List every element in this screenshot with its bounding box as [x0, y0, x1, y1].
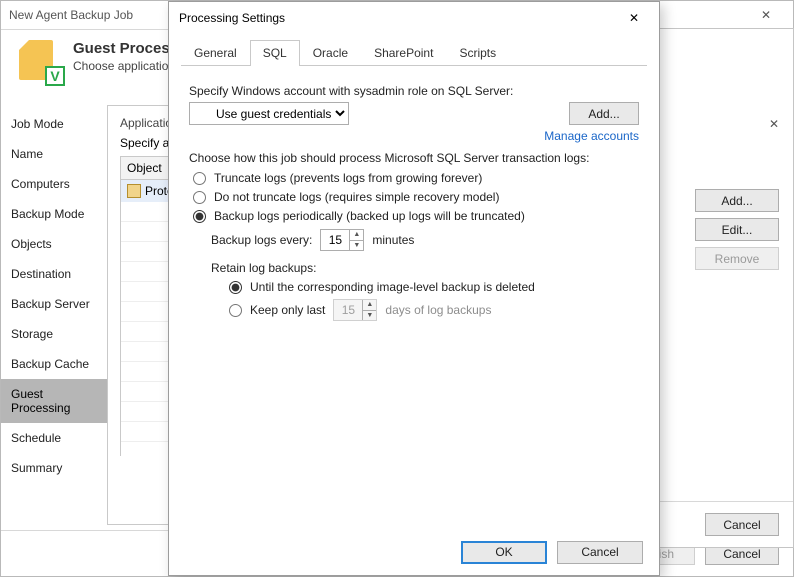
chevron-down-icon: ▼	[362, 311, 376, 321]
radio-retain-keep-input[interactable]	[229, 304, 242, 317]
chevron-up-icon: ▲	[349, 230, 363, 241]
account-select[interactable]: Use guest credentials	[189, 102, 349, 125]
dialog-titlebar: Processing Settings ✕	[169, 2, 659, 33]
nav-item-backup-mode[interactable]: Backup Mode	[1, 199, 107, 229]
nav-item-guest-processing[interactable]: Guest Processing	[1, 379, 107, 423]
nav-item-backup-server[interactable]: Backup Server	[1, 289, 107, 319]
retain-label: Retain log backups:	[211, 261, 639, 275]
radio-backup-periodically-input[interactable]	[193, 210, 206, 223]
chevron-up-icon: ▲	[362, 300, 376, 311]
tab-scripts[interactable]: Scripts	[446, 40, 509, 66]
tab-general[interactable]: General	[181, 40, 250, 66]
ok-button[interactable]: OK	[461, 541, 547, 564]
dialog-title: Processing Settings	[179, 11, 285, 25]
nav-item-name[interactable]: Name	[1, 139, 107, 169]
cancel-button[interactable]: Cancel	[557, 541, 643, 564]
retain-keep-unit: days of log backups	[385, 303, 491, 317]
radio-backup-periodically[interactable]: Backup logs periodically (backed up logs…	[193, 209, 639, 223]
spinner-arrows[interactable]: ▲▼	[349, 230, 363, 250]
nav-item-job-mode[interactable]: Job Mode	[1, 109, 107, 139]
radio-truncate[interactable]: Truncate logs (prevents logs from growin…	[193, 171, 639, 185]
close-icon[interactable]: ✕	[747, 8, 785, 22]
add-button[interactable]: Add...	[695, 189, 779, 212]
manage-accounts-link[interactable]: Manage accounts	[189, 129, 639, 143]
nav-item-computers[interactable]: Computers	[1, 169, 107, 199]
nav-item-schedule[interactable]: Schedule	[1, 423, 107, 453]
tab-sharepoint[interactable]: SharePoint	[361, 40, 446, 66]
radio-dont-truncate-input[interactable]	[193, 191, 206, 204]
account-label: Specify Windows account with sysadmin ro…	[189, 84, 639, 98]
radio-retain-until-input[interactable]	[229, 281, 242, 294]
close-icon[interactable]: ✕	[761, 117, 787, 131]
wizard-title: New Agent Backup Job	[9, 8, 133, 22]
nav-item-objects[interactable]: Objects	[1, 229, 107, 259]
radio-truncate-input[interactable]	[193, 172, 206, 185]
remove-button: Remove	[695, 247, 779, 270]
tab-oracle[interactable]: Oracle	[300, 40, 361, 66]
retain-keep-spinner: ▲▼	[333, 299, 377, 321]
wizard-nav: Job ModeNameComputersBackup ModeObjectsD…	[1, 101, 107, 534]
nav-item-backup-cache[interactable]: Backup Cache	[1, 349, 107, 379]
radio-truncate-label: Truncate logs (prevents logs from growin…	[214, 171, 482, 185]
tab-strip: GeneralSQLOracleSharePointScripts	[181, 39, 647, 66]
radio-retain-until[interactable]: Until the corresponding image-level back…	[229, 280, 639, 294]
wizard-icon: V	[19, 40, 63, 84]
nav-item-destination[interactable]: Destination	[1, 259, 107, 289]
radio-retain-keep[interactable]: Keep only last ▲▼ days of log backups	[229, 299, 639, 321]
close-icon[interactable]: ✕	[619, 11, 649, 25]
radio-retain-until-label: Until the corresponding image-level back…	[250, 280, 535, 294]
radio-dont-truncate[interactable]: Do not truncate logs (requires simple re…	[193, 190, 639, 204]
backup-every-value[interactable]	[321, 230, 349, 250]
process-logs-label: Choose how this job should process Micro…	[189, 151, 639, 165]
radio-dont-truncate-label: Do not truncate logs (requires simple re…	[214, 190, 499, 204]
spinner-arrows: ▲▼	[362, 300, 376, 320]
cancel-button[interactable]: Cancel	[705, 513, 779, 536]
add-account-button[interactable]: Add...	[569, 102, 639, 125]
protection-group-icon	[127, 184, 141, 198]
nav-item-summary[interactable]: Summary	[1, 453, 107, 483]
backup-every-spinner[interactable]: ▲▼	[320, 229, 364, 251]
account-combo-wrap: Use guest credentials	[189, 102, 561, 125]
backup-every-unit: minutes	[372, 233, 414, 247]
radio-retain-keep-label: Keep only last	[250, 303, 325, 317]
nav-item-storage[interactable]: Storage	[1, 319, 107, 349]
edit-button[interactable]: Edit...	[695, 218, 779, 241]
dialog-footer: OK Cancel	[169, 529, 659, 575]
tab-sql[interactable]: SQL	[250, 40, 300, 66]
chevron-down-icon: ▼	[349, 241, 363, 251]
backup-every-label: Backup logs every:	[211, 233, 312, 247]
radio-backup-periodically-label: Backup logs periodically (backed up logs…	[214, 209, 525, 223]
retain-keep-value	[334, 300, 362, 320]
processing-settings-dialog: Processing Settings ✕ GeneralSQLOracleSh…	[168, 1, 660, 576]
